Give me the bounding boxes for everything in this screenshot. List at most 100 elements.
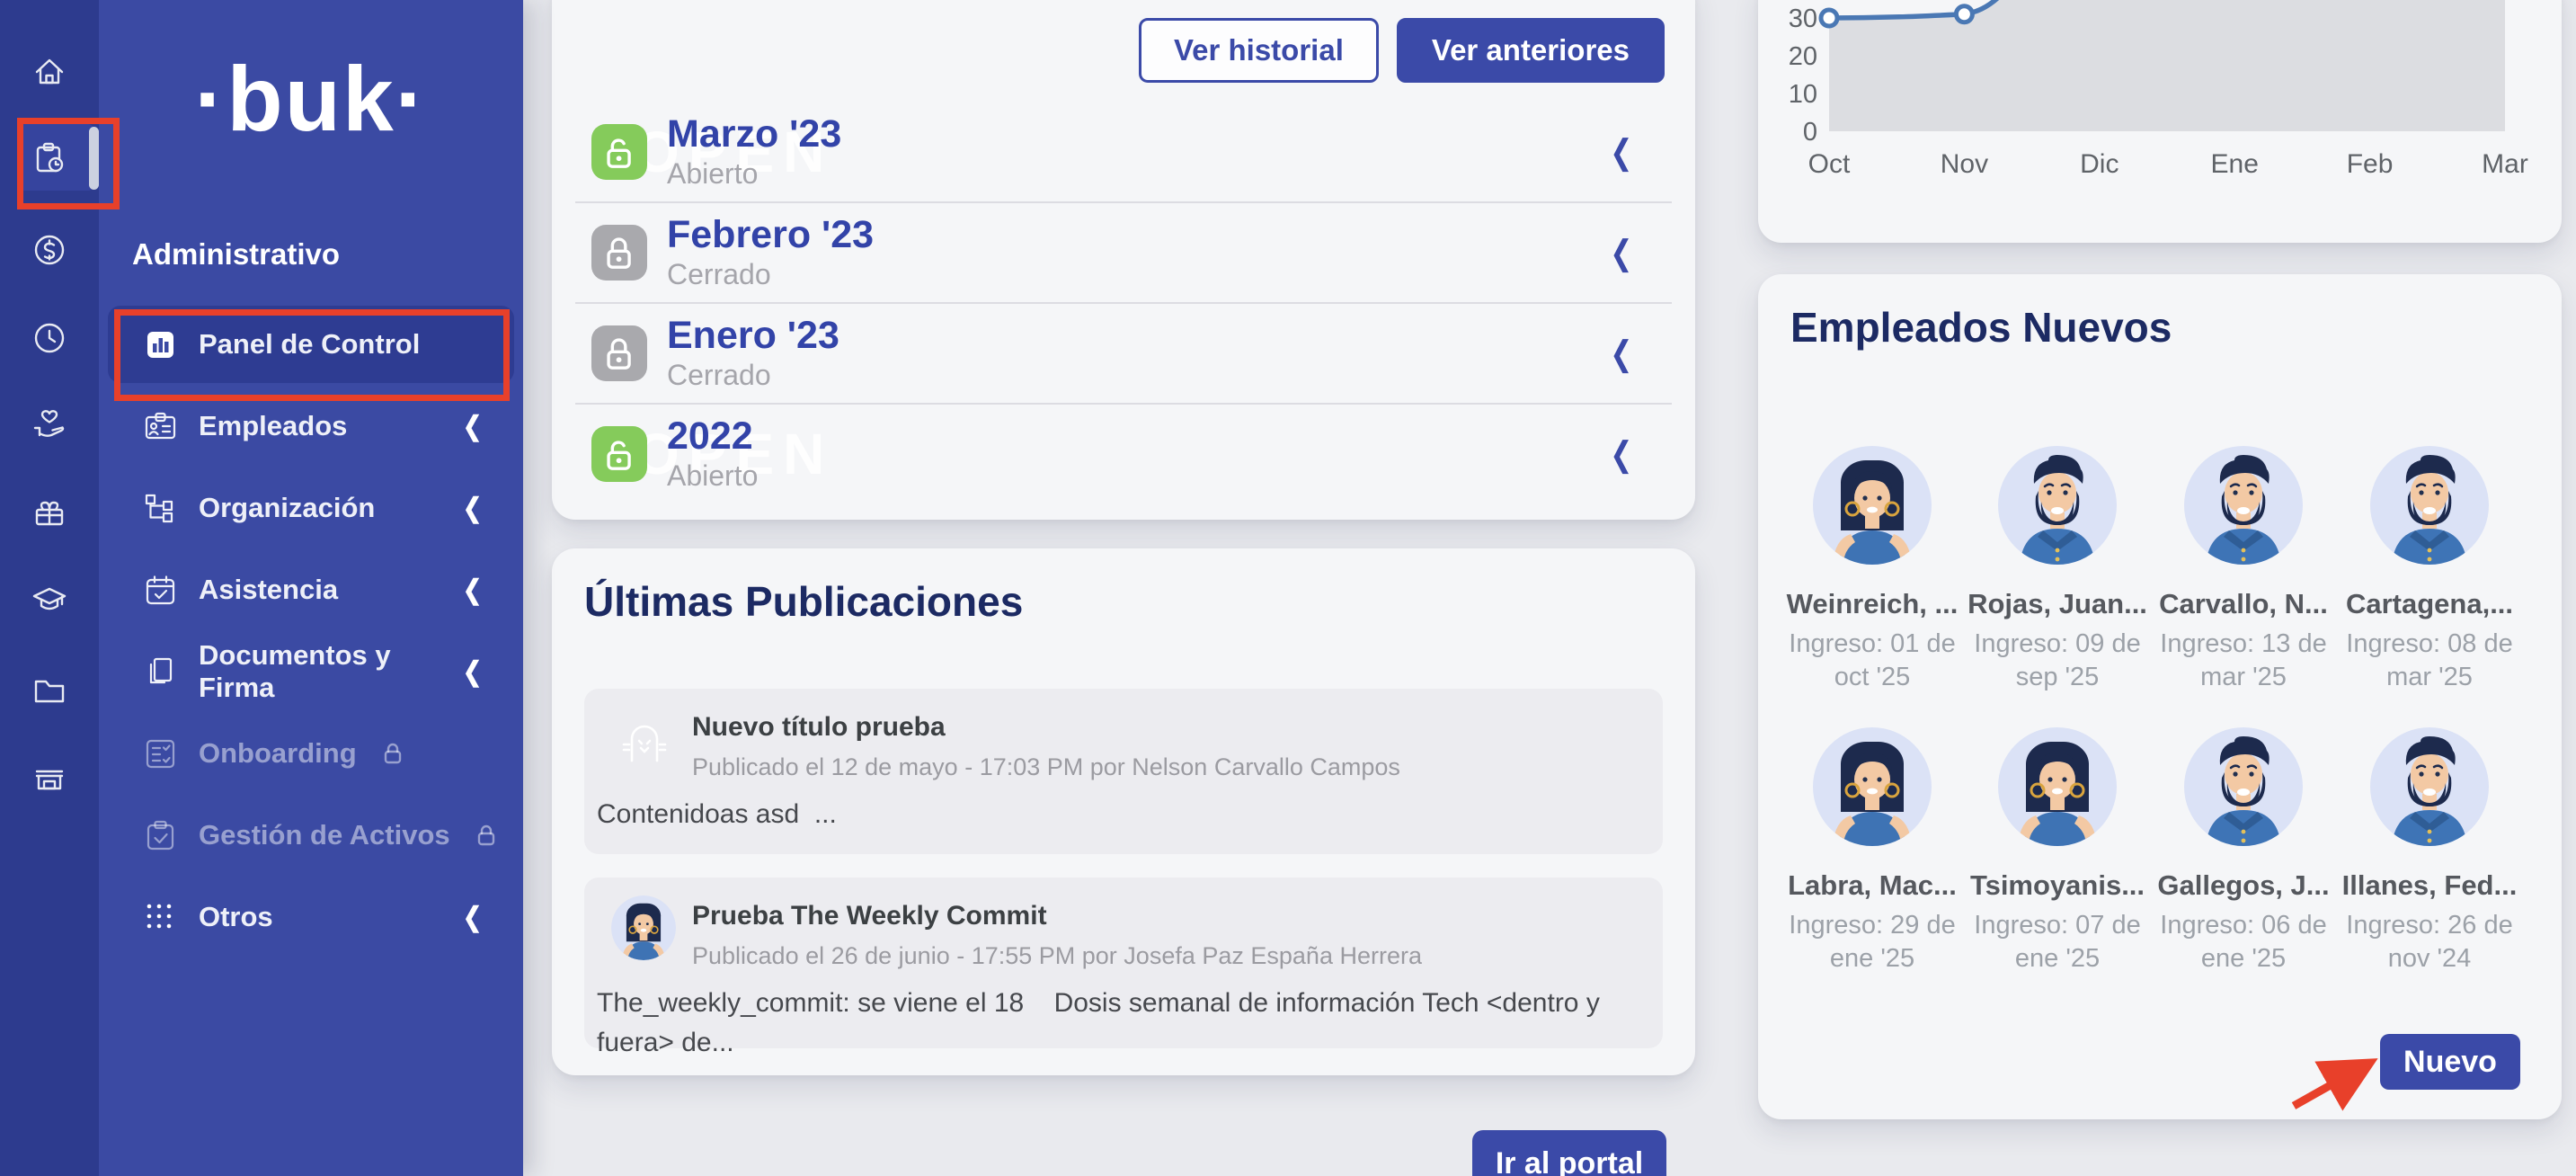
periods-card: Ver historial Ver anteriores OPEN Marzo … — [552, 0, 1695, 520]
sidebar-item-otros[interactable]: Otros ❮ — [108, 878, 514, 956]
period-name: Febrero '23 — [667, 213, 874, 256]
svg-text:Dic: Dic — [2080, 149, 2119, 179]
sidebar-section-label: Administrativo — [132, 237, 340, 272]
publication-meta: Publicado el 26 de junio - 17:55 PM por … — [692, 942, 1422, 970]
employee-ingreso-line1: Ingreso: 07 de — [1963, 909, 2152, 942]
employee-name: Cartagena,... — [2335, 588, 2524, 620]
menu-item-label: Gestión de Activos — [199, 819, 450, 851]
avatar — [1998, 727, 2117, 846]
avatar — [2370, 727, 2489, 846]
employee-name: Weinreich, ... — [1778, 588, 1967, 620]
employee-card[interactable]: Carvallo, N... Ingreso: 13 de mar '25 — [2149, 446, 2338, 694]
sidebar-item-organizaci-n[interactable]: Organización ❮ — [108, 469, 514, 547]
employee-card[interactable]: Labra, Mac... Ingreso: 29 de ene '25 — [1778, 727, 1967, 976]
chevron-left-icon[interactable]: ❮ — [1610, 233, 1632, 273]
org-chart-icon — [144, 492, 177, 525]
chevron-left-icon[interactable]: ❮ — [463, 493, 482, 524]
employee-ingreso-line2: ene '25 — [1778, 942, 1967, 976]
home-icon[interactable] — [30, 52, 69, 92]
gift-icon[interactable] — [30, 494, 69, 533]
rail-scrollbar[interactable] — [89, 127, 99, 190]
svg-text:30: 30 — [1789, 4, 1817, 33]
padlock-icon — [591, 426, 647, 482]
buk-logo: ·buk· — [99, 47, 523, 152]
employee-ingreso-line1: Ingreso: 29 de — [1778, 909, 1967, 942]
publication-title: Nuevo título prueba — [692, 712, 946, 743]
folder-icon[interactable] — [30, 671, 69, 710]
employee-ingreso-line1: Ingreso: 08 de — [2335, 628, 2524, 661]
avatar — [2370, 446, 2489, 565]
publication-item[interactable]: Nuevo título prueba Publicado el 12 de m… — [584, 689, 1663, 854]
sidebar-item-documentos-y-firma[interactable]: Documentos y Firma ❮ — [108, 633, 514, 710]
sidebar-item-gesti-n-de-activos[interactable]: Gestión de Activos — [108, 797, 514, 874]
nuevo-button[interactable]: Nuevo — [2380, 1034, 2520, 1090]
icon-rail — [0, 0, 99, 1176]
sidebar-item-empleados[interactable]: Empleados ❮ — [108, 388, 514, 465]
employee-card[interactable]: Weinreich, ... Ingreso: 01 de oct '25 — [1778, 446, 1967, 694]
chevron-left-icon[interactable]: ❮ — [1610, 132, 1632, 173]
employee-ingreso-line2: sep '25 — [1963, 661, 2152, 694]
sidebar-item-panel-de-control[interactable]: Panel de Control — [108, 306, 514, 383]
line-chart: 0102030OctNovDicEneFebMar — [1758, 0, 2562, 243]
avatar — [2184, 727, 2303, 846]
padlock-icon — [591, 225, 647, 281]
chevron-left-icon[interactable]: ❮ — [1610, 434, 1632, 475]
headcount-chart-card: 0102030OctNovDicEneFebMar — [1758, 0, 2562, 243]
period-row[interactable]: OPEN 2022 Abierto ❮ — [575, 405, 1672, 503]
sidebar-item-asistencia[interactable]: Asistencia ❮ — [108, 551, 514, 628]
clipboard-check-icon — [144, 819, 177, 852]
employee-card[interactable]: Cartagena,... Ingreso: 08 de mar '25 — [2335, 446, 2524, 694]
svg-text:10: 10 — [1789, 80, 1817, 109]
period-row[interactable]: Enero '23 Cerrado ❮ — [575, 304, 1672, 405]
employee-ingreso-line1: Ingreso: 01 de — [1778, 628, 1967, 661]
chevron-left-icon[interactable]: ❮ — [463, 411, 482, 442]
employee-card[interactable]: Tsimoyanis... Ingreso: 07 de ene '25 — [1963, 727, 2152, 976]
employee-ingreso-line2: nov '24 — [2335, 942, 2524, 976]
sidebar: ·buk· Administrativo Panel de Control Em… — [99, 0, 523, 1176]
employee-card[interactable]: Rojas, Juan... Ingreso: 09 de sep '25 — [1963, 446, 2152, 694]
chevron-left-icon[interactable]: ❮ — [463, 902, 482, 933]
publication-body: Contenidoas asd ... — [597, 795, 1645, 834]
menu-item-label: Documentos y Firma — [199, 639, 461, 704]
publication-item[interactable]: Prueba The Weekly Commit Publicado el 26… — [584, 878, 1663, 1048]
dollar-icon[interactable] — [30, 230, 69, 270]
ghost-icon — [617, 712, 672, 768]
employee-name: Gallegos, J... — [2149, 869, 2338, 902]
new-employees-title: Empleados Nuevos — [1790, 303, 2172, 352]
period-row[interactable]: OPEN Marzo '23 Abierto ❮ — [575, 102, 1672, 203]
graduation-cap-icon[interactable] — [30, 581, 69, 620]
employee-ingreso-line1: Ingreso: 26 de — [2335, 909, 2524, 942]
svg-text:Mar: Mar — [2482, 149, 2528, 179]
svg-text:Oct: Oct — [1808, 149, 1851, 179]
period-list: OPEN Marzo '23 Abierto ❮ Febrero '23 Cer… — [575, 102, 1672, 503]
avatar — [1998, 446, 2117, 565]
store-icon[interactable] — [30, 758, 69, 797]
employee-card[interactable]: Illanes, Fed... Ingreso: 26 de nov '24 — [2335, 727, 2524, 976]
author-avatar — [611, 895, 676, 960]
ver-historial-button[interactable]: Ver historial — [1139, 18, 1379, 83]
period-row[interactable]: Febrero '23 Cerrado ❮ — [575, 203, 1672, 304]
sidebar-item-onboarding[interactable]: Onboarding — [108, 715, 514, 792]
ver-anteriores-button[interactable]: Ver anteriores — [1397, 18, 1665, 83]
avatar — [1813, 446, 1932, 565]
sidebar-menu: Panel de Control Empleados ❮ Organizació… — [108, 306, 514, 960]
documents-icon — [144, 655, 177, 689]
ir-al-portal-button[interactable]: Ir al portal — [1472, 1130, 1666, 1176]
employee-ingreso-line1: Ingreso: 09 de — [1963, 628, 2152, 661]
svg-text:0: 0 — [1803, 118, 1817, 147]
period-status: Cerrado — [667, 357, 839, 393]
clipboard-clock-icon[interactable] — [30, 139, 69, 179]
lock-icon — [380, 741, 405, 766]
grid-dots-icon — [144, 901, 177, 934]
clock-icon[interactable] — [30, 318, 69, 358]
period-name: Enero '23 — [667, 314, 839, 357]
menu-item-label: Empleados — [199, 410, 347, 442]
chevron-left-icon[interactable]: ❮ — [1610, 334, 1632, 374]
chevron-left-icon[interactable]: ❮ — [463, 656, 482, 688]
hand-heart-icon[interactable] — [30, 405, 69, 444]
period-status: Cerrado — [667, 256, 874, 292]
chevron-left-icon[interactable]: ❮ — [463, 575, 482, 606]
employee-ingreso-line1: Ingreso: 06 de — [2149, 909, 2338, 942]
publications-list: Nuevo título prueba Publicado el 12 de m… — [584, 689, 1663, 1072]
employee-card[interactable]: Gallegos, J... Ingreso: 06 de ene '25 — [2149, 727, 2338, 976]
